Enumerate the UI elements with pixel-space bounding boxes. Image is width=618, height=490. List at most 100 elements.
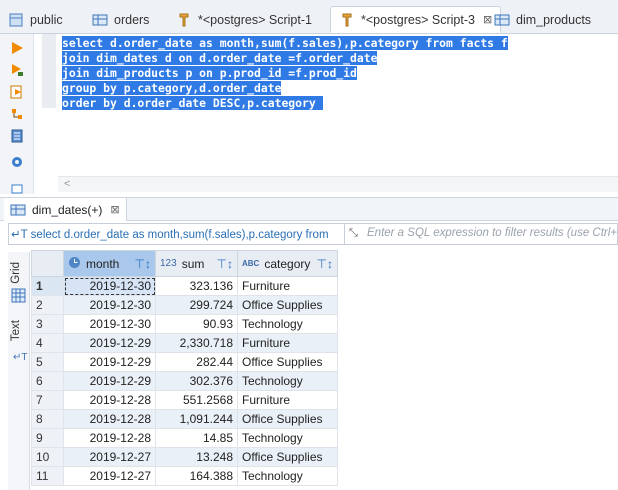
- table-row[interactable]: 8 2019-12-28 1,091.244 Office Supplies: [31, 409, 338, 429]
- table-row[interactable]: 6 2019-12-29 302.376 Technology: [31, 371, 338, 391]
- scroll-left-arrow[interactable]: <: [64, 178, 70, 190]
- explain-plan-icon[interactable]: [9, 106, 25, 122]
- cell-sum[interactable]: 90.93: [155, 314, 238, 334]
- column-header-category[interactable]: ABC category ⊤↕: [237, 250, 338, 277]
- cell-sum[interactable]: 299.724: [155, 295, 238, 315]
- tab-grid[interactable]: Grid: [10, 262, 22, 284]
- execute-script-icon[interactable]: [9, 84, 25, 100]
- cell-month[interactable]: 2019-12-28: [63, 409, 156, 429]
- row-number[interactable]: 2: [31, 295, 64, 315]
- cell-month[interactable]: 2019-12-30: [63, 314, 156, 334]
- code-line-text: select d.order_date as month,sum(f.sales…: [62, 36, 508, 50]
- tab-script-1[interactable]: *<postgres> Script-1: [176, 6, 312, 33]
- row-number[interactable]: 6: [31, 371, 64, 391]
- sql-editor[interactable]: select d.order_date as month,sum(f.sales…: [34, 34, 618, 194]
- cell-category[interactable]: Office Supplies: [237, 295, 338, 315]
- row-number-header: [31, 250, 64, 277]
- grid-icon[interactable]: [11, 288, 26, 306]
- column-label: month: [86, 256, 120, 271]
- row-number[interactable]: 1: [31, 276, 64, 296]
- row-number[interactable]: 10: [31, 447, 64, 467]
- query-preview[interactable]: ↵T select d.order_date as month,sum(f.sal…: [11, 227, 341, 241]
- close-tab-icon[interactable]: ⊠: [483, 13, 492, 26]
- column-header-sum[interactable]: 123 sum ⊤↕: [155, 250, 238, 277]
- code-line-text: order by d.order_date DESC,p.category: [62, 96, 323, 110]
- cell-category[interactable]: Furniture: [237, 333, 338, 353]
- column-header-month[interactable]: month ⊤↕: [63, 250, 156, 277]
- row-number[interactable]: 8: [31, 409, 64, 429]
- row-number[interactable]: 7: [31, 390, 64, 410]
- table-row[interactable]: 7 2019-12-28 551.2568 Furniture: [31, 390, 338, 410]
- cell-month[interactable]: 2019-12-29: [63, 333, 156, 353]
- row-number[interactable]: 11: [31, 466, 64, 486]
- settings-gear-icon[interactable]: [9, 154, 25, 170]
- cell-month[interactable]: 2019-12-29: [63, 371, 156, 391]
- sql-code[interactable]: select d.order_date as month,sum(f.sales…: [62, 36, 508, 111]
- close-results-tab-icon[interactable]: ⊠: [110, 203, 119, 216]
- table-row[interactable]: 10 2019-12-27 13.248 Office Supplies: [31, 447, 338, 467]
- cell-month[interactable]: 2019-12-28: [63, 428, 156, 448]
- tab-orders[interactable]: orders: [92, 6, 149, 33]
- cell-sum[interactable]: 14.85: [155, 428, 238, 448]
- cell-category[interactable]: Furniture: [237, 276, 338, 296]
- tab-text[interactable]: Text: [10, 320, 22, 341]
- row-number[interactable]: 9: [31, 428, 64, 448]
- text-view-icon[interactable]: ↵T: [13, 352, 28, 363]
- sort-filter-icon[interactable]: ⊤↕: [217, 257, 233, 271]
- expand-filter-icon[interactable]: ⤡: [349, 227, 358, 240]
- horizontal-scrollbar[interactable]: <: [58, 176, 618, 192]
- cell-month[interactable]: 2019-12-27: [63, 466, 156, 486]
- query-preview-text: select d.order_date as month,sum(f.sales…: [30, 229, 329, 241]
- cell-category[interactable]: Furniture: [237, 390, 338, 410]
- cell-sum[interactable]: 1,091.244: [155, 409, 238, 429]
- cell-month[interactable]: 2019-12-29: [63, 352, 156, 372]
- cell-category[interactable]: Office Supplies: [237, 447, 338, 467]
- tab-results-dim-dates[interactable]: dim_dates(+) ⊠: [4, 198, 127, 221]
- cell-month[interactable]: 2019-12-30: [63, 276, 156, 296]
- load-plan-icon[interactable]: [9, 128, 25, 144]
- execute-statement-icon[interactable]: [9, 40, 25, 56]
- cell-category[interactable]: Technology: [237, 428, 338, 448]
- row-number[interactable]: 5: [31, 352, 64, 372]
- cell-month[interactable]: 2019-12-30: [63, 295, 156, 315]
- row-number[interactable]: 3: [31, 314, 64, 334]
- code-line-text: group by p.category,d.order_date: [62, 81, 282, 95]
- cell-category[interactable]: Technology: [237, 371, 338, 391]
- cell-month[interactable]: 2019-12-27: [63, 447, 156, 467]
- code-line: join dim_dates d on d.order_date =f.orde…: [62, 51, 508, 66]
- execute-in-new-tab-icon[interactable]: [9, 62, 25, 78]
- tab-dim-products[interactable]: dim_products: [494, 6, 591, 33]
- cell-sum[interactable]: 2,330.718: [155, 333, 238, 353]
- cell-category[interactable]: Technology: [237, 314, 338, 334]
- cell-sum[interactable]: 13.248: [155, 447, 238, 467]
- table-row[interactable]: 11 2019-12-27 164.388 Technology: [31, 466, 338, 486]
- results-grid[interactable]: month ⊤↕ 123 sum ⊤↕ ABC category ⊤↕ 1 20…: [31, 250, 618, 486]
- cell-sum[interactable]: 551.2568: [155, 390, 238, 410]
- table-row[interactable]: 3 2019-12-30 90.93 Technology: [31, 314, 338, 334]
- table-row[interactable]: 9 2019-12-28 14.85 Technology: [31, 428, 338, 448]
- row-number[interactable]: 4: [31, 333, 64, 353]
- cell-category[interactable]: Office Supplies: [237, 409, 338, 429]
- table-row[interactable]: 1 2019-12-30 323.136 Furniture: [31, 276, 338, 296]
- export-icon[interactable]: [9, 180, 25, 196]
- editor-toolbar: [0, 34, 34, 194]
- tab-label: orders: [114, 12, 150, 27]
- tab-script-3[interactable]: *<postgres> Script-3 ⊠: [330, 6, 502, 33]
- cell-month[interactable]: 2019-12-28: [63, 390, 156, 410]
- tab-label: public: [30, 12, 63, 27]
- table-row[interactable]: 2 2019-12-30 299.724 Office Supplies: [31, 295, 338, 315]
- filter-input[interactable]: Enter a SQL expression to filter results…: [367, 227, 617, 239]
- table-icon: [92, 12, 108, 28]
- cell-category[interactable]: Technology: [237, 466, 338, 486]
- cell-sum[interactable]: 302.376: [155, 371, 238, 391]
- table-row[interactable]: 5 2019-12-29 282.44 Office Supplies: [31, 352, 338, 372]
- cell-sum[interactable]: 323.136: [155, 276, 238, 296]
- code-line: join dim_products p on p.prod_id =f.prod…: [62, 66, 508, 81]
- cell-sum[interactable]: 164.388: [155, 466, 238, 486]
- table-row[interactable]: 4 2019-12-29 2,330.718 Furniture: [31, 333, 338, 353]
- cell-category[interactable]: Office Supplies: [237, 352, 338, 372]
- tab-public[interactable]: public: [8, 6, 63, 33]
- sort-filter-icon[interactable]: ⊤↕: [135, 257, 151, 271]
- cell-sum[interactable]: 282.44: [155, 352, 238, 372]
- sort-filter-icon[interactable]: ⊤↕: [317, 257, 333, 271]
